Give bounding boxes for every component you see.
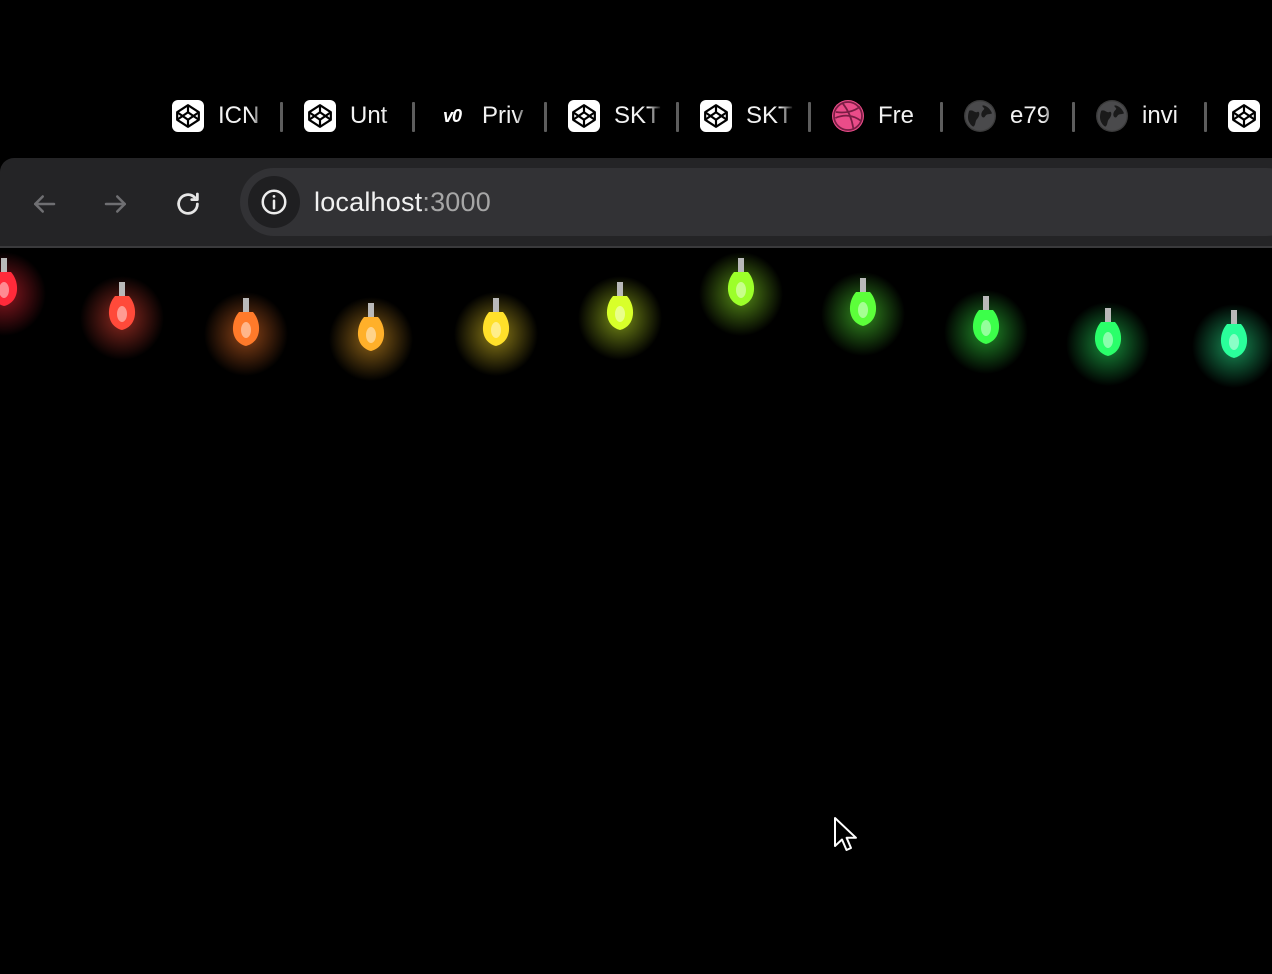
tab-title: invi [1142, 102, 1179, 129]
site-info-button[interactable] [248, 176, 300, 228]
mouse-cursor-icon [834, 817, 857, 851]
tab-strip: ICN Unt v0 Priv SKT SKT Fre e79 invi [0, 0, 1272, 158]
tab-title: SKT [746, 102, 793, 129]
light-bulb [699, 252, 783, 336]
light-bulb [454, 292, 538, 376]
light-bulb [1192, 304, 1272, 388]
tab-1[interactable]: Unt [302, 96, 434, 136]
back-button[interactable] [24, 184, 64, 224]
codepen-icon [568, 100, 600, 132]
tab-separator [676, 102, 679, 132]
tab-separator [412, 102, 415, 132]
tab-separator [1072, 102, 1075, 132]
codepen-icon [700, 100, 732, 132]
codepen-icon [1228, 100, 1260, 132]
arrow-left-icon [34, 195, 56, 213]
forward-button[interactable] [96, 184, 136, 224]
page-viewport [0, 248, 1272, 974]
tab-8[interactable] [1226, 96, 1272, 136]
tab-separator [280, 102, 283, 132]
light-bulb [944, 290, 1028, 374]
dribbble-icon [832, 100, 864, 132]
light-bulb [821, 272, 905, 356]
tab-title: SKT [614, 102, 661, 129]
tab-5[interactable]: Fre [830, 96, 962, 136]
tab-7[interactable]: invi [1094, 96, 1226, 136]
browser-toolbar: localhost:3000 [0, 158, 1272, 248]
string-lights [0, 252, 1272, 388]
tab-6[interactable]: e79 [962, 96, 1094, 136]
arrow-right-icon [104, 195, 126, 213]
tab-list: ICN Unt v0 Priv SKT SKT Fre e79 invi [170, 96, 1272, 136]
light-bulb [0, 252, 46, 336]
tab-4[interactable]: SKT [698, 96, 830, 136]
tab-title: ICN [218, 102, 260, 129]
tab-separator [544, 102, 547, 132]
tab-title: Unt [350, 102, 388, 129]
codepen-icon [172, 100, 204, 132]
tab-2[interactable]: v0 Priv [434, 96, 566, 136]
light-bulb [578, 276, 662, 360]
v0-icon: v0 [442, 105, 462, 126]
tab-title: Priv [482, 102, 524, 129]
light-bulb [329, 297, 413, 381]
light-bulb [80, 276, 164, 360]
tab-title: Fre [878, 102, 914, 129]
url-text[interactable]: localhost:3000 [314, 187, 491, 218]
url-host: localhost [314, 186, 423, 217]
address-bar[interactable]: localhost:3000 [240, 168, 1272, 236]
codepen-icon [304, 100, 336, 132]
tab-3[interactable]: SKT [566, 96, 698, 136]
light-bulb [204, 292, 288, 376]
reload-button[interactable] [168, 184, 208, 224]
tab-0[interactable]: ICN [170, 96, 302, 136]
tab-separator [808, 102, 811, 132]
light-bulb [1066, 302, 1150, 386]
reload-icon [177, 192, 199, 215]
tab-title: e79 [1010, 102, 1051, 129]
info-icon [261, 189, 287, 215]
globe-icon [1096, 100, 1128, 132]
globe-icon [964, 100, 996, 132]
tab-separator [940, 102, 943, 132]
tab-separator [1204, 102, 1207, 132]
url-port: :3000 [422, 186, 491, 217]
